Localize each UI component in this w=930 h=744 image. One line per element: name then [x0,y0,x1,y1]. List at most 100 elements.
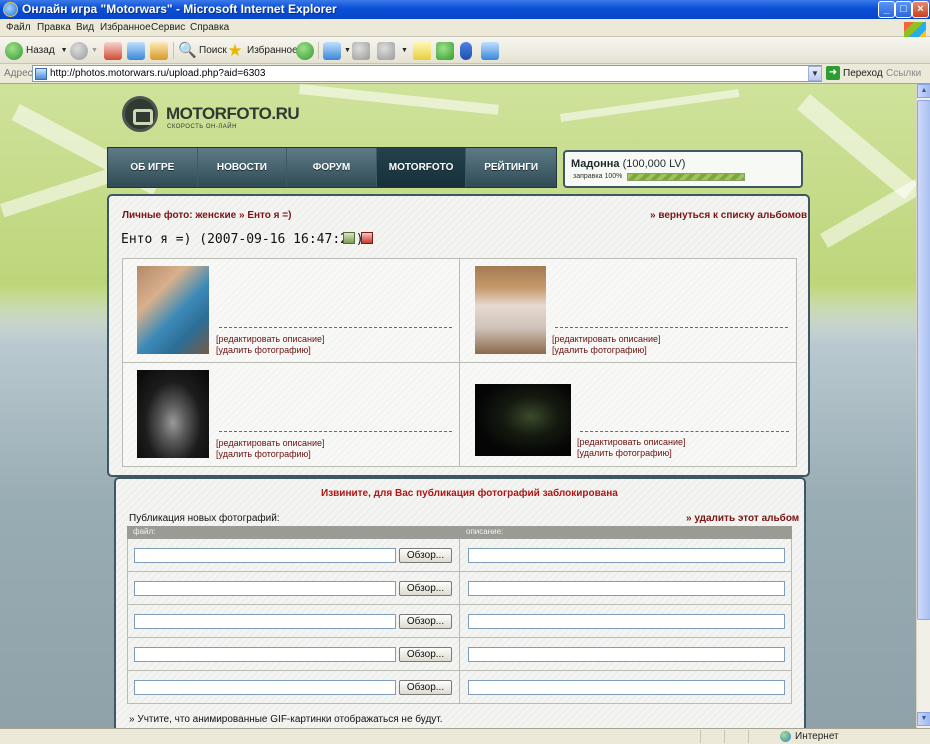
search-button[interactable]: 🔍 Поиск [178,40,227,61]
bluetooth-button[interactable] [460,40,475,61]
notes-button[interactable] [413,40,434,61]
note-icon [413,41,431,60]
file-path-input[interactable] [134,581,396,596]
home-button[interactable] [150,40,171,61]
status-pane [700,730,701,743]
file-path-input[interactable] [134,548,396,563]
description-input[interactable] [468,581,785,596]
site-logo-tagline: СКОРОСТЬ ОН-ЛАЙН [167,124,237,130]
file-path-input[interactable] [134,647,396,662]
delete-photo-link[interactable]: [удалить фотографию] [577,448,672,458]
address-dropdown-button[interactable]: ▼ [808,66,822,81]
photo-cell: [редактировать описание] [удалить фотогр… [123,363,460,466]
back-to-albums-link[interactable]: » вернуться к списку альбомов [650,210,807,221]
favorites-label: Избранное [247,45,298,56]
chevron-down-icon[interactable]: ▼ [344,47,351,54]
column-divider [459,572,460,605]
file-path-input[interactable] [134,680,396,695]
go-label: Переход [843,67,883,79]
favorites-button[interactable]: ★ Избранное [226,40,298,61]
browse-button[interactable]: Обзор... [399,614,452,629]
delete-photo-link[interactable]: [удалить фотографию] [552,345,647,355]
star-icon: ★ [227,40,243,60]
menu-favorites[interactable]: Избранное [100,22,151,33]
photo-thumbnail[interactable] [475,266,546,354]
title-bar: Онлайн игра "Motorwars" - Microsoft Inte… [0,0,930,19]
messenger-button[interactable] [436,40,457,61]
nav-motorfoto[interactable]: MOTORFOTO [376,148,467,187]
menu-view[interactable]: Вид [76,22,94,33]
nav-forum[interactable]: ФОРУМ [287,148,377,187]
delete-photo-link[interactable]: [удалить фотографию] [216,345,311,355]
browse-button[interactable]: Обзор... [399,680,452,695]
edit-album-icon[interactable] [343,232,355,244]
file-path-input[interactable] [134,614,396,629]
edit-description-link[interactable]: [редактировать описание] [216,438,324,448]
menu-tools[interactable]: Сервис [151,22,185,33]
menu-edit[interactable]: Правка [37,22,71,33]
background-shard [820,179,916,248]
edit-page-button[interactable]: ▼ [377,40,408,61]
close-button[interactable]: × [912,1,929,18]
site-logo-icon[interactable] [122,96,158,132]
breadcrumb-section[interactable]: Личные фото: женские [122,210,236,221]
delete-album-link[interactable]: » удалить этот альбом [686,513,799,524]
description-input[interactable] [468,614,785,629]
photo-thumbnail[interactable] [137,266,209,354]
photo-thumbnail[interactable] [475,384,571,456]
browse-button[interactable]: Обзор... [399,647,452,662]
vertical-scrollbar[interactable]: ▲ ▼ [916,84,930,728]
go-arrow-icon: ➜ [826,66,840,80]
photo-cell: [редактировать описание] [удалить фотогр… [123,259,460,363]
minimize-button[interactable]: _ [878,1,895,18]
edit-description-link[interactable]: [редактировать описание] [577,437,685,447]
links-button[interactable]: Ссылки [886,68,921,79]
fuel-bar [627,173,745,181]
scroll-thumb[interactable] [917,100,930,620]
zone-label: Интернет [795,731,839,742]
forward-button[interactable]: ▼ [70,40,98,61]
description-input[interactable] [468,647,785,662]
delete-album-icon[interactable] [361,232,373,244]
print-button[interactable] [352,40,373,61]
history-button[interactable] [296,40,317,61]
nav-ratings[interactable]: РЕЙТИНГИ [466,148,556,187]
edit-page-icon [377,41,395,60]
refresh-button[interactable] [127,40,148,61]
scroll-up-button[interactable]: ▲ [917,84,930,98]
maximize-button[interactable]: □ [895,1,912,18]
chevron-down-icon[interactable]: ▼ [401,47,408,54]
photo-thumbnail[interactable] [137,370,209,458]
go-button[interactable]: ➜ Переход [826,66,883,80]
toolbar-separator [318,42,319,59]
back-button[interactable]: Назад ▼ [5,40,68,61]
address-input[interactable]: http://photos.motorwars.ru/upload.php?ai… [32,65,822,82]
status-pane [748,730,749,743]
description-input[interactable] [468,548,785,563]
menu-help[interactable]: Справка [190,22,229,33]
stop-button[interactable] [104,40,125,61]
menu-file[interactable]: Файл [6,22,31,33]
menu-bar: Файл Правка Вид Избранное Сервис Справка [0,19,930,40]
search-label: Поиск [199,45,227,56]
player-name[interactable]: Мадонна [571,158,620,170]
description-input[interactable] [468,680,785,695]
edit-description-link[interactable]: [редактировать описание] [552,334,660,344]
browse-button[interactable]: Обзор... [399,548,452,563]
nav-about-game[interactable]: ОБ ИГРЕ [108,148,198,187]
site-logo-text[interactable]: MOTORFOTO.RU [166,104,300,124]
photo-cell: [редактировать описание] [удалить фотогр… [460,259,797,363]
breadcrumb-album[interactable]: Енто я =) [247,210,291,221]
mail-button[interactable]: ▼ [323,40,351,61]
chevron-down-icon[interactable]: ▼ [91,47,98,54]
scroll-down-button[interactable]: ▼ [917,712,930,726]
chevron-down-icon[interactable]: ▼ [61,47,68,54]
column-file: файл: [133,527,156,536]
nav-news[interactable]: НОВОСТИ [198,148,288,187]
contacts-button[interactable] [481,40,502,61]
column-divider [459,638,460,671]
browse-button[interactable]: Обзор... [399,581,452,596]
delete-photo-link[interactable]: [удалить фотографию] [216,449,311,459]
edit-description-link[interactable]: [редактировать описание] [216,334,324,344]
player-name-line: Мадонна (100,000 LV) [571,158,685,170]
